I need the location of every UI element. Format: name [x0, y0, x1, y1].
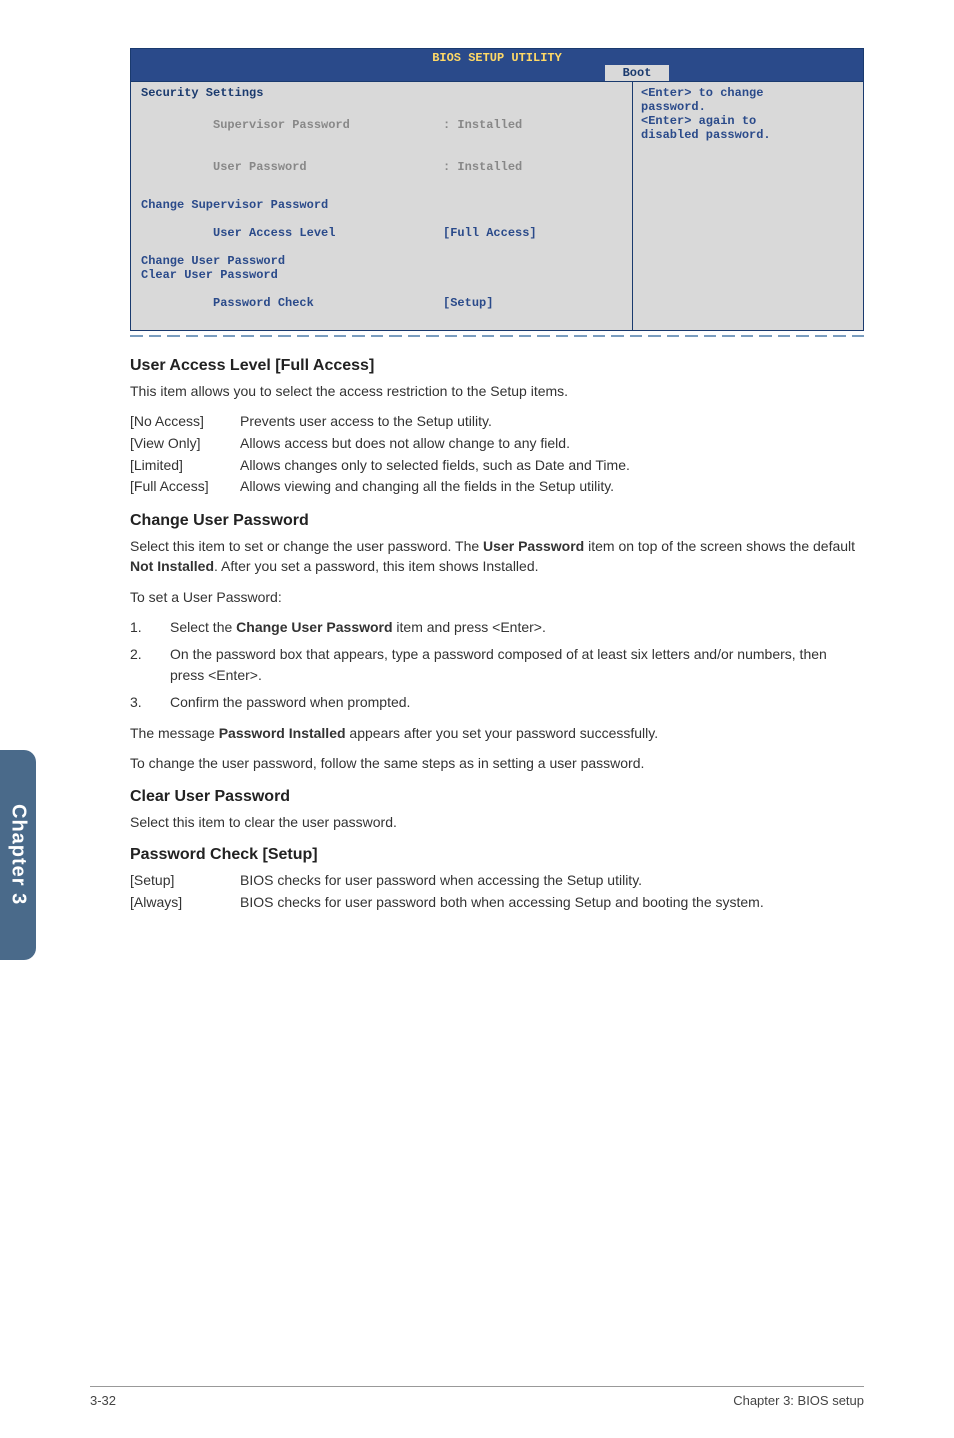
step-1: 1. Select the Change User Password item … — [130, 617, 864, 638]
text: . After you set a password, this item sh… — [214, 558, 538, 574]
option-val: BIOS checks for user password both when … — [240, 892, 864, 914]
bold-change-user-password: Change User Password — [236, 619, 392, 635]
option-limited: [Limited] Allows changes only to selecte… — [130, 455, 864, 477]
option-setup: [Setup] BIOS checks for user password wh… — [130, 870, 864, 892]
chapter-side-tab-label: Chapter 3 — [7, 804, 30, 905]
text: appears after you set your password succ… — [346, 725, 659, 741]
bios-help-line2: password. — [641, 100, 855, 114]
password-check-value: [Setup] — [443, 296, 493, 310]
password-check-options: [Setup] BIOS checks for user password wh… — [130, 870, 864, 913]
password-check-item[interactable]: Password Check[Setup] — [141, 282, 622, 324]
supervisor-password-label: Supervisor Password — [213, 118, 443, 132]
user-access-level-label: User Access Level — [213, 226, 443, 240]
option-key: [Limited] — [130, 455, 240, 477]
page-number: 3-32 — [90, 1393, 116, 1408]
clear-user-password-heading: Clear User Password — [130, 788, 864, 806]
bios-tab-row: Boot — [131, 65, 863, 81]
step-text: On the password box that appears, type a… — [170, 644, 864, 686]
bold-user-password: User Password — [483, 538, 584, 554]
chapter-side-tab: Chapter 3 — [0, 750, 36, 960]
password-installed-message: The message Password Installed appears a… — [130, 723, 864, 743]
bios-title: BIOS SETUP UTILITY — [131, 49, 863, 65]
user-access-level-options: [No Access] Prevents user access to the … — [130, 411, 864, 498]
option-val: BIOS checks for user password when acces… — [240, 870, 864, 892]
option-no-access: [No Access] Prevents user access to the … — [130, 411, 864, 433]
bios-help-line3: <Enter> again to — [641, 114, 855, 128]
set-password-steps: 1. Select the Change User Password item … — [130, 617, 864, 713]
option-always: [Always] BIOS checks for user password b… — [130, 892, 864, 914]
bios-help-line4: disabled password. — [641, 128, 855, 142]
step-number: 3. — [130, 692, 170, 713]
change-password-note: To change the user password, follow the … — [130, 753, 864, 773]
security-settings-heading: Security Settings — [141, 86, 622, 100]
bold-password-installed: Password Installed — [219, 725, 346, 741]
user-password-row: User Password: Installed — [141, 146, 622, 188]
user-access-level-item[interactable]: User Access Level[Full Access] — [141, 212, 622, 254]
option-val: Allows viewing and changing all the fiel… — [240, 476, 864, 498]
step-2: 2. On the password box that appears, typ… — [130, 644, 864, 686]
text: item and press <Enter>. — [393, 619, 546, 635]
text: item on top of the screen shows the defa… — [584, 538, 855, 554]
option-key: [No Access] — [130, 411, 240, 433]
step-text: Select the Change User Password item and… — [170, 617, 864, 638]
password-check-heading: Password Check [Setup] — [130, 846, 864, 864]
text: The message — [130, 725, 219, 741]
option-val: Allows access but does not allow change … — [240, 433, 864, 455]
change-user-password-heading: Change User Password — [130, 512, 864, 530]
text: Select the — [170, 619, 236, 635]
option-key: [Setup] — [130, 870, 240, 892]
change-supervisor-password-item[interactable]: Change Supervisor Password — [141, 198, 622, 212]
bold-not-installed: Not Installed — [130, 558, 214, 574]
step-number: 2. — [130, 644, 170, 686]
user-access-level-value: [Full Access] — [443, 226, 537, 240]
change-user-password-item[interactable]: Change User Password — [141, 254, 622, 268]
change-user-password-intro: Select this item to set or change the us… — [130, 536, 864, 577]
step-3: 3. Confirm the password when prompted. — [130, 692, 864, 713]
option-key: [View Only] — [130, 433, 240, 455]
tab-boot[interactable]: Boot — [605, 65, 670, 81]
step-number: 1. — [130, 617, 170, 638]
option-val: Prevents user access to the Setup utilit… — [240, 411, 864, 433]
bios-truncation-indicator — [130, 335, 864, 339]
user-access-level-intro: This item allows you to select the acces… — [130, 381, 864, 401]
user-password-label: User Password — [213, 160, 443, 174]
bios-left-pane: Security Settings Supervisor Password: I… — [131, 82, 633, 330]
supervisor-password-row: Supervisor Password: Installed — [141, 104, 622, 146]
text: Select this item to set or change the us… — [130, 538, 483, 554]
supervisor-password-value: : Installed — [443, 118, 522, 132]
password-check-label: Password Check — [213, 296, 443, 310]
option-key: [Always] — [130, 892, 240, 914]
chapter-label: Chapter 3: BIOS setup — [733, 1393, 864, 1408]
user-access-level-heading: User Access Level [Full Access] — [130, 357, 864, 375]
bios-help-pane: <Enter> to change password. <Enter> agai… — [633, 82, 863, 330]
clear-user-password-item[interactable]: Clear User Password — [141, 268, 622, 282]
user-password-value: : Installed — [443, 160, 522, 174]
option-full-access: [Full Access] Allows viewing and changin… — [130, 476, 864, 498]
clear-user-password-text: Select this item to clear the user passw… — [130, 812, 864, 832]
to-set-user-password-label: To set a User Password: — [130, 587, 864, 607]
bios-setup-panel: BIOS SETUP UTILITY Boot Security Setting… — [130, 48, 864, 331]
bios-help-line1: <Enter> to change — [641, 86, 855, 100]
option-view-only: [View Only] Allows access but does not a… — [130, 433, 864, 455]
option-key: [Full Access] — [130, 476, 240, 498]
page-footer: 3-32 Chapter 3: BIOS setup — [90, 1386, 864, 1408]
step-text: Confirm the password when prompted. — [170, 692, 864, 713]
option-val: Allows changes only to selected fields, … — [240, 455, 864, 477]
